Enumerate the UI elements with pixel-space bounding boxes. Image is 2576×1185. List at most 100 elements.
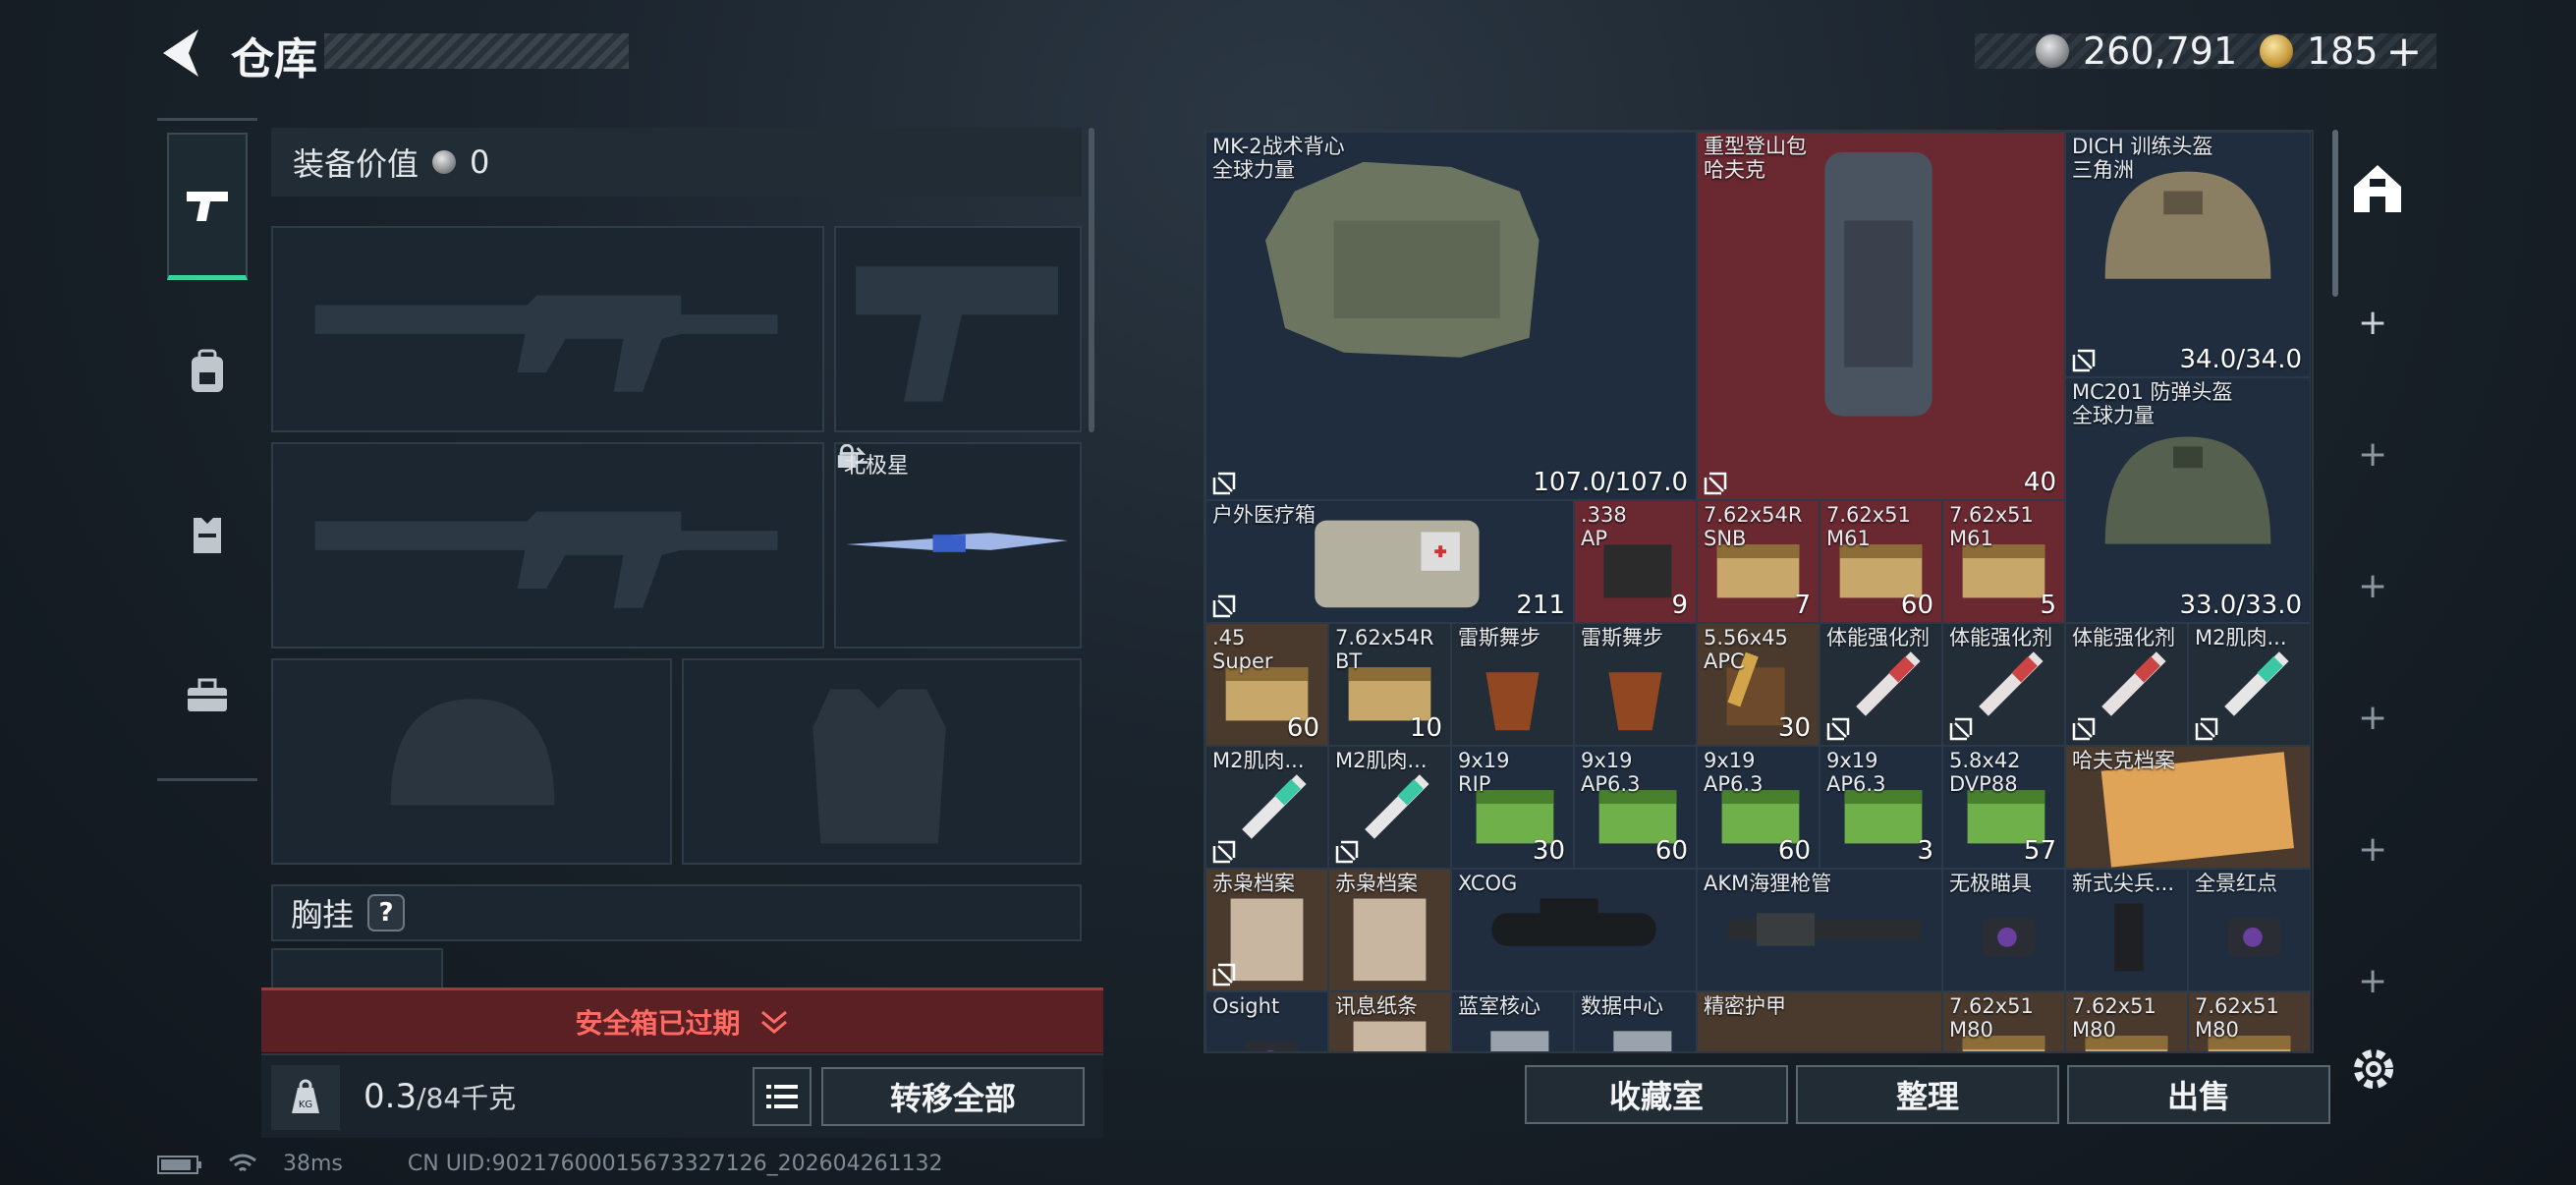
vest-icon bbox=[194, 518, 221, 553]
melee-slot[interactable]: 北极星 bbox=[834, 442, 1082, 649]
inventory-item[interactable]: 7.62x51 M61 60 bbox=[1820, 500, 1942, 623]
lock-badge-icon bbox=[1212, 594, 1236, 618]
inventory-item[interactable]: 7.62x54R BT 10 bbox=[1328, 623, 1451, 746]
value-coin-icon bbox=[432, 150, 457, 174]
inventory-item[interactable]: 7.62x51 M61 5 bbox=[1942, 500, 2065, 623]
loadout-scrollbar[interactable] bbox=[1089, 128, 1094, 432]
tab-toolbox[interactable] bbox=[167, 622, 248, 769]
tab-backpack[interactable] bbox=[167, 298, 248, 445]
inventory-item[interactable]: 9x19 RIP 30 bbox=[1451, 746, 1574, 869]
transfer-all-button[interactable]: 转移全部 bbox=[821, 1067, 1085, 1126]
inventory-item[interactable]: 雷斯舞步 bbox=[1451, 623, 1574, 746]
inventory-item[interactable]: MC201 防弹头盔 全球力量 33.0/33.0 bbox=[2065, 377, 2311, 623]
inventory-item[interactable]: AKM海狸枪管 bbox=[1697, 869, 1942, 991]
lock-badge-icon bbox=[1949, 717, 1973, 741]
item-name: MC201 防弹头盔 全球力量 bbox=[2072, 380, 2233, 427]
silver-coin-icon bbox=[2036, 34, 2069, 68]
gold-currency[interactable]: 185 + bbox=[2260, 27, 2422, 77]
equipment-value-amount: 0 bbox=[470, 143, 490, 181]
gear-icon[interactable] bbox=[2346, 1042, 2401, 1097]
add-storage-icon-4[interactable]: + bbox=[2358, 698, 2387, 738]
title-stripe bbox=[324, 33, 629, 69]
inventory-item[interactable]: 重型登山包 哈夫克 40 bbox=[1697, 132, 2065, 500]
inventory-item[interactable]: 哈夫克档案 bbox=[2065, 746, 2311, 869]
add-storage-icon-5[interactable]: + bbox=[2358, 829, 2387, 870]
gold-plus-icon[interactable]: + bbox=[2386, 27, 2423, 77]
rifle-silhouette-icon bbox=[314, 295, 778, 392]
inventory-item[interactable]: 体能强化剂 bbox=[1942, 623, 2065, 746]
primary-weapon-slot[interactable] bbox=[271, 226, 824, 432]
item-name: MK-2战术背心 全球力量 bbox=[1212, 135, 1345, 182]
add-storage-icon-6[interactable]: + bbox=[2358, 961, 2387, 1001]
inventory-item[interactable]: M2肌肉... bbox=[2188, 623, 2311, 746]
item-name: 赤枭档案 bbox=[1212, 872, 1295, 895]
secondary-weapon-slot[interactable] bbox=[271, 442, 824, 649]
inventory-item[interactable]: .338 AP 9 bbox=[1574, 500, 1697, 623]
loadout-tabs bbox=[157, 118, 257, 781]
gold-coin-icon bbox=[2260, 34, 2293, 68]
inventory-item[interactable]: 全景红点 bbox=[2188, 869, 2311, 991]
safe-box-label: 安全箱已过期 bbox=[575, 1006, 741, 1040]
inventory-item[interactable]: MK-2战术背心 全球力量 107.0/107.0 bbox=[1205, 132, 1697, 500]
sell-button[interactable]: 出售 bbox=[2067, 1065, 2330, 1124]
equipment-value-label: 装备价值 bbox=[293, 145, 420, 183]
add-storage-icon-3[interactable]: + bbox=[2358, 566, 2387, 606]
armor-slot[interactable] bbox=[682, 658, 1082, 865]
item-count: 3 bbox=[1917, 836, 1933, 866]
inventory-item[interactable]: 5.56x45 APC 30 bbox=[1697, 623, 1820, 746]
silver-amount: 260,791 bbox=[2083, 29, 2238, 73]
inventory-item[interactable]: 蓝室核心 bbox=[1451, 991, 1574, 1051]
item-count: 60 bbox=[1654, 836, 1688, 866]
chest-rig-row[interactable]: 胸挂 ? bbox=[271, 884, 1082, 941]
inventory-item[interactable]: M2肌肉... bbox=[1328, 746, 1451, 869]
item-count: 33.0/33.0 bbox=[2179, 591, 2302, 620]
inventory-item[interactable]: 9x19 AP6.3 60 bbox=[1697, 746, 1820, 869]
inventory-item[interactable]: 讯息纸条 bbox=[1328, 991, 1451, 1051]
inventory-item[interactable]: 赤枭档案 bbox=[1205, 869, 1328, 991]
inventory-item[interactable]: 体能强化剂 bbox=[1820, 623, 1942, 746]
inventory-item[interactable]: 7.62x51 M80 bbox=[1942, 991, 2065, 1051]
tab-vest[interactable] bbox=[167, 460, 248, 607]
add-storage-icon-2[interactable]: + bbox=[2358, 434, 2387, 475]
inventory-item[interactable]: 7.62x51 M80 bbox=[2065, 991, 2188, 1051]
back-arrow-icon[interactable] bbox=[155, 26, 206, 81]
inventory-item[interactable]: 赤枭档案 bbox=[1328, 869, 1451, 991]
chest-rig-label: 胸挂 bbox=[291, 896, 355, 933]
inventory-item[interactable]: 体能强化剂 bbox=[2065, 623, 2188, 746]
helmet-silhouette-icon bbox=[390, 699, 555, 806]
inventory-item[interactable]: 新式尖兵... bbox=[2065, 869, 2188, 991]
inventory-item[interactable]: Osight bbox=[1205, 991, 1328, 1051]
inventory-item[interactable]: .45 Super 60 bbox=[1205, 623, 1328, 746]
sort-button[interactable]: 整理 bbox=[1796, 1065, 2059, 1124]
inventory-item[interactable]: XCOG bbox=[1451, 869, 1697, 991]
inventory-item[interactable]: M2肌肉... bbox=[1205, 746, 1328, 869]
inventory-item[interactable]: 5.8x42 DVP88 57 bbox=[1942, 746, 2065, 869]
add-storage-icon-1[interactable]: + bbox=[2358, 303, 2387, 343]
inventory-item[interactable]: 7.62x54R SNB 7 bbox=[1697, 500, 1820, 623]
inventory-item[interactable]: 精密护甲 bbox=[1697, 991, 1942, 1051]
inventory-item[interactable]: 7.62x51 M80 bbox=[2188, 991, 2311, 1051]
storage-house-icon[interactable] bbox=[2348, 159, 2407, 218]
chest-rig-slot[interactable] bbox=[271, 948, 443, 988]
help-icon[interactable]: ? bbox=[367, 894, 406, 931]
pistol-icon bbox=[187, 191, 228, 221]
tab-weapons[interactable] bbox=[167, 133, 248, 280]
inventory-item[interactable]: DICH 训练头盔 三角洲 34.0/34.0 bbox=[2065, 132, 2311, 377]
item-name: AKM海狸枪管 bbox=[1704, 872, 1832, 895]
scrollbar-right[interactable] bbox=[2332, 130, 2338, 297]
collection-room-button[interactable]: 收藏室 bbox=[1525, 1065, 1788, 1124]
chevron-down-icon bbox=[760, 1010, 787, 1034]
inventory-item[interactable]: 数据中心 bbox=[1574, 991, 1697, 1051]
inventory-item[interactable]: 雷斯舞步 bbox=[1574, 623, 1697, 746]
helmet-slot[interactable] bbox=[271, 658, 672, 865]
inventory-item[interactable]: 无极瞄具 bbox=[1942, 869, 2065, 991]
inventory-item[interactable]: 9x19 AP6.3 60 bbox=[1574, 746, 1697, 869]
safe-box-expired-banner[interactable]: 安全箱已过期 bbox=[261, 988, 1103, 1052]
lock-badge-icon bbox=[1212, 472, 1236, 495]
list-view-button[interactable] bbox=[753, 1067, 812, 1126]
sidearm-slot[interactable] bbox=[834, 226, 1082, 432]
armor-silhouette-icon bbox=[812, 689, 946, 844]
inventory-item[interactable]: 9x19 AP6.3 3 bbox=[1820, 746, 1942, 869]
inventory-item[interactable]: 户外医疗箱 211 bbox=[1205, 500, 1574, 623]
svg-text:KG: KG bbox=[299, 1100, 312, 1110]
